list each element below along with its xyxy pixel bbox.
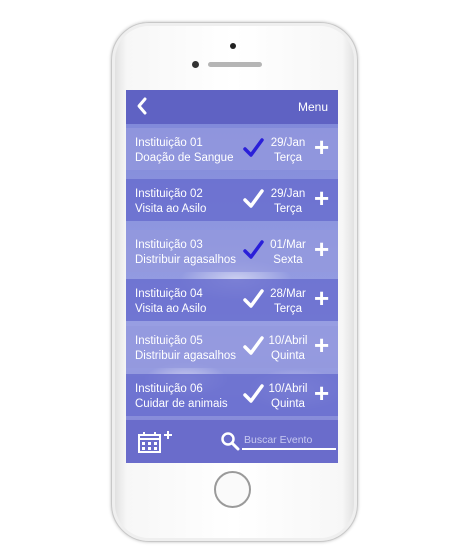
back-button[interactable] bbox=[136, 96, 148, 120]
event-weekday: Quinta bbox=[271, 350, 305, 362]
bottom-bar bbox=[126, 420, 338, 463]
calendar-plus-icon[interactable] bbox=[138, 430, 174, 454]
event-row-4[interactable]: Instituição 04 Visita ao Asilo 28/Mar Te… bbox=[126, 279, 338, 321]
check-icon[interactable] bbox=[242, 188, 264, 210]
event-date: 29/Jan bbox=[270, 188, 306, 200]
add-button[interactable]: + bbox=[314, 379, 329, 407]
front-camera bbox=[192, 61, 199, 68]
event-row-1[interactable]: Instituição 01 Doação de Sangue 29/Jan T… bbox=[126, 128, 338, 170]
institution-name: Instituição 02 bbox=[135, 188, 203, 200]
activity-name: Visita ao Asilo bbox=[135, 203, 207, 215]
event-date: 29/Jan bbox=[270, 137, 306, 149]
event-weekday: Sexta bbox=[273, 254, 303, 266]
event-date: 01/Mar bbox=[270, 239, 306, 251]
activity-name: Distribuir agasalhos bbox=[135, 254, 236, 266]
institution-name: Instituição 06 bbox=[135, 383, 203, 395]
chevron-left-icon bbox=[137, 97, 147, 115]
institution-name: Instituição 01 bbox=[135, 137, 203, 149]
event-weekday: Quinta bbox=[271, 398, 305, 410]
check-icon[interactable] bbox=[242, 137, 264, 159]
search-icon bbox=[221, 432, 240, 451]
add-button[interactable]: + bbox=[314, 284, 329, 312]
activity-name: Cuidar de animais bbox=[135, 398, 228, 410]
earpiece bbox=[208, 62, 262, 67]
activity-name: Visita ao Asilo bbox=[135, 303, 207, 315]
event-date: 10/Abril bbox=[268, 335, 308, 347]
event-row-5[interactable]: Instituição 05 Distribuir agasalhos 10/A… bbox=[126, 326, 338, 368]
institution-name: Instituição 04 bbox=[135, 288, 203, 300]
home-button[interactable] bbox=[214, 471, 251, 508]
search-input[interactable] bbox=[242, 432, 336, 450]
check-icon[interactable] bbox=[242, 239, 264, 261]
speaker-dot bbox=[230, 43, 236, 49]
event-row-6[interactable]: Instituição 06 Cuidar de animais 10/Abri… bbox=[126, 374, 338, 416]
event-row-2[interactable]: Instituição 02 Visita ao Asilo 29/Jan Te… bbox=[126, 179, 338, 221]
event-row-3[interactable]: Instituição 03 Distribuir agasalhos 01/M… bbox=[126, 230, 338, 272]
add-button[interactable]: + bbox=[314, 184, 329, 212]
institution-name: Instituição 03 bbox=[135, 239, 203, 251]
menu-button[interactable]: Menu bbox=[298, 100, 328, 114]
check-icon[interactable] bbox=[242, 288, 264, 310]
event-weekday: Terça bbox=[273, 203, 303, 215]
check-icon[interactable] bbox=[242, 335, 264, 357]
event-weekday: Terça bbox=[273, 303, 303, 315]
event-date: 28/Mar bbox=[270, 288, 306, 300]
activity-name: Distribuir agasalhos bbox=[135, 350, 236, 362]
top-bar: Menu bbox=[126, 90, 338, 124]
activity-name: Doação de Sangue bbox=[135, 152, 234, 164]
add-button[interactable]: + bbox=[314, 235, 329, 263]
add-button[interactable]: + bbox=[314, 331, 329, 359]
app-screen: Menu Instituição 01 Doação de Sangue 29/… bbox=[126, 90, 338, 463]
add-button[interactable]: + bbox=[314, 133, 329, 161]
event-date: 10/Abril bbox=[268, 383, 308, 395]
event-weekday: Terça bbox=[273, 152, 303, 164]
institution-name: Instituição 05 bbox=[135, 335, 203, 347]
check-icon[interactable] bbox=[242, 383, 264, 405]
